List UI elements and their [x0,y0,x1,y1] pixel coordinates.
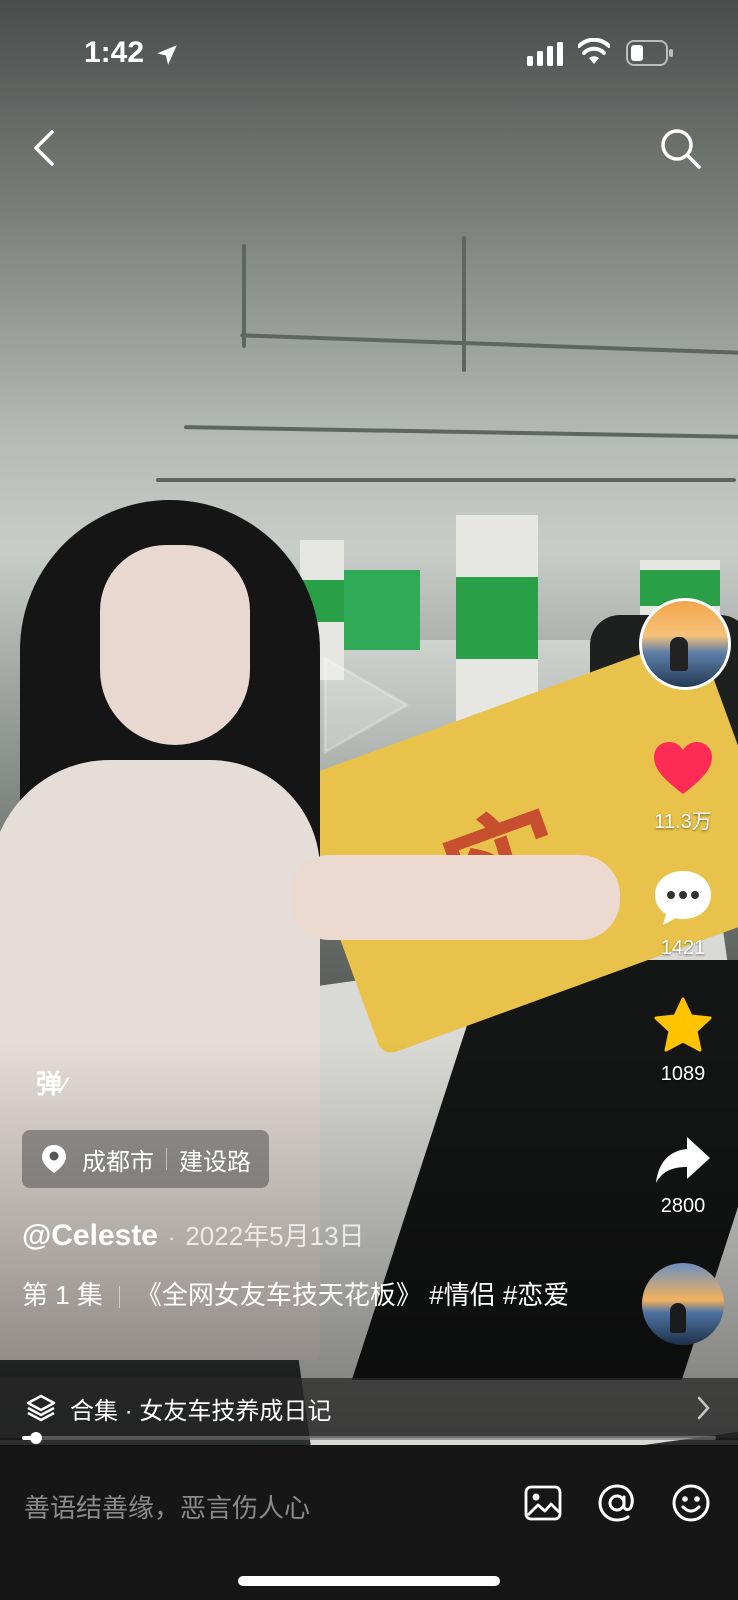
music-disc[interactable] [642,1263,724,1345]
post-date: 2022年5月13日 [185,1221,365,1251]
heart-icon [654,742,712,794]
comment-icon [655,871,711,925]
layers-icon [26,1394,56,1422]
location-chip[interactable]: 成都市 建设路 [22,1130,269,1188]
person-arm [290,855,620,940]
author-handle[interactable]: @Celeste [22,1219,158,1253]
share-button[interactable]: 2800 [638,1134,728,1218]
ceiling-pipe [156,478,736,482]
comment-bar: 善语结善缘，恶言伤人心 [0,1446,738,1600]
ceiling-pipe [240,333,738,355]
status-time: 1:42 [84,36,145,69]
share-count: 2800 [660,1195,706,1217]
video-progress[interactable] [22,1432,716,1444]
location-city: 成都市 [82,1148,154,1176]
green-wall [340,570,420,650]
danmu-label: 弹 [36,1069,63,1099]
image-button[interactable] [520,1480,566,1526]
chevron-right-icon [697,1396,710,1420]
comment-input[interactable]: 善语结善缘，恶言伤人心 [24,1488,310,1525]
video-screen: 实 1:42 [0,0,738,1600]
search-icon [661,129,701,169]
episode-label: 第 1 集 [22,1280,103,1310]
ceiling-pipe [462,236,466,372]
like-count: 11.3万 [654,811,712,833]
home-indicator [238,1576,500,1586]
danmu-toggle[interactable]: 弹⁄ [36,1064,66,1101]
collection-label: 合集 · 女友车技养成日记 [70,1397,332,1425]
ceiling-pipe [242,244,246,348]
separator-dot: · [167,1225,176,1250]
wifi-icon [578,38,610,64]
caption-divider [118,1286,120,1309]
like-button[interactable]: 11.3万 [638,740,728,834]
caption-text: 《全网女友车技天花板》 #情侣 #恋爱 [135,1280,570,1310]
search-button[interactable] [656,124,706,174]
progress-handle[interactable] [29,1432,42,1444]
star-icon [654,997,712,1052]
at-icon [598,1484,634,1522]
status-bar: 1:42 [0,0,738,100]
author-line: @Celeste · 2022年5月13日 [22,1216,365,1253]
video-caption[interactable]: 第 1 集 《全网女友车技天花板》 #情侣 #恋爱 [22,1278,582,1312]
collection-bar[interactable]: 合集 · 女友车技养成日记 [0,1378,738,1438]
location-arrow-icon [157,45,177,65]
back-button[interactable] [22,126,66,170]
person-face [100,545,250,745]
location-divider [166,1148,167,1170]
favorite-button[interactable]: 1089 [638,996,728,1086]
mention-button[interactable] [594,1480,640,1526]
emoji-icon [672,1484,710,1522]
image-icon [524,1485,562,1521]
comment-count: 1421 [660,937,706,959]
play-icon [323,656,409,754]
location-road: 建设路 [179,1148,251,1176]
author-avatar[interactable] [639,598,731,690]
ceiling-pipe [184,425,738,439]
back-icon [34,130,54,166]
share-icon [656,1137,710,1183]
favorite-count: 1089 [660,1063,706,1085]
pin-icon [42,1145,66,1173]
comment-button[interactable]: 1421 [638,868,728,960]
battery-icon [626,40,673,66]
signal-icon [527,42,563,66]
emoji-button[interactable] [668,1480,714,1526]
